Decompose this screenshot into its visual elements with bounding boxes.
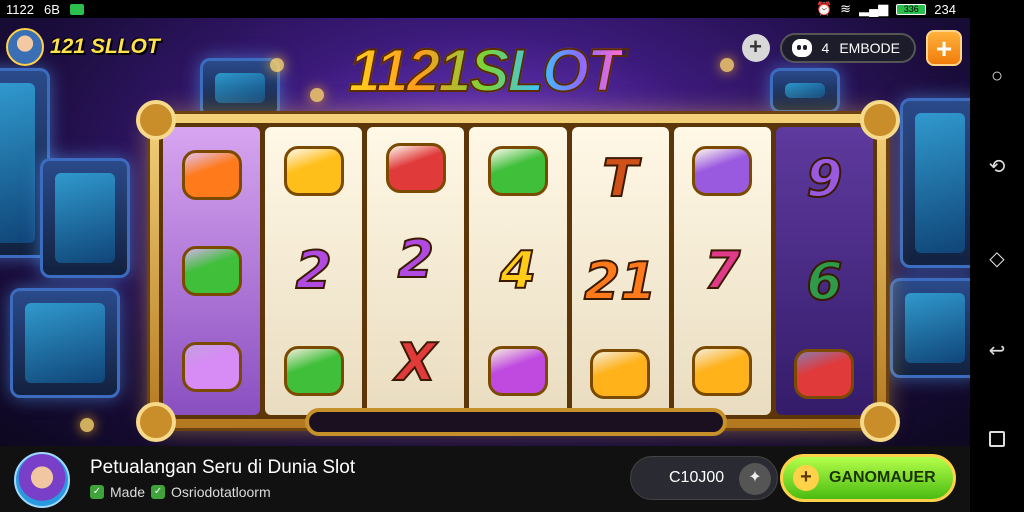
reel-symbol: X xyxy=(395,332,437,394)
sparkle-icon[interactable]: ✦ xyxy=(739,463,771,495)
shield-icon: ✓ xyxy=(151,485,166,499)
cta-label: GANOMAUER xyxy=(829,469,936,486)
rotate-icon[interactable]: ⟲ xyxy=(986,156,1008,178)
wifi-icon: ≋ xyxy=(840,1,852,16)
notification-icon xyxy=(69,3,84,15)
reel-symbol: T xyxy=(601,148,638,210)
alarm-icon: ⏰ xyxy=(815,1,833,16)
reel-4: 4 xyxy=(469,127,567,415)
gem-symbol-icon xyxy=(590,349,651,400)
app-root: 1122 6B ⏰ ≋ ▂▄▆ 336 234 121 SLLOT + 4 EM… xyxy=(0,0,1024,512)
reel-5: T 21 xyxy=(571,127,669,415)
status-right-extra: 234 xyxy=(934,1,956,17)
sub-source: Osriodotatloorm xyxy=(171,484,271,500)
frame-ornament xyxy=(860,402,900,442)
status-time: 1122 xyxy=(6,1,34,17)
battery-icon: 336 xyxy=(896,3,927,15)
reel-symbol: 9 xyxy=(805,148,843,210)
gem-symbol-icon xyxy=(181,246,242,296)
gem-symbol-icon xyxy=(181,150,242,200)
diamond-icon[interactable]: ◇ xyxy=(986,248,1008,270)
reel-1 xyxy=(163,127,261,415)
reel-3: 2X xyxy=(367,127,465,415)
frame-ornament xyxy=(136,100,176,140)
gem-symbol-icon xyxy=(283,345,344,396)
app-subtitle: ✓ Made ✓ Osriodotatloorm xyxy=(90,484,271,500)
reel-symbol: 6 xyxy=(805,251,843,313)
reel-2: 2 xyxy=(265,127,363,415)
reels-frame: 2 2 X 4 T 21 7 9 6 xyxy=(136,100,900,442)
coin-glow xyxy=(80,418,94,432)
gem-symbol-icon xyxy=(794,349,855,400)
balance-pill[interactable]: C10J00 ✦ xyxy=(630,456,778,500)
gem-symbol-icon xyxy=(692,345,753,396)
frame-ornament xyxy=(136,402,176,442)
background-slot-machine xyxy=(900,98,970,268)
signal-icon: ▂▄▆ xyxy=(859,1,889,16)
gem-symbol-icon xyxy=(487,146,548,197)
frame-ornament xyxy=(860,100,900,140)
background-slot-machine xyxy=(10,288,120,398)
sub-prefix: Made xyxy=(110,484,146,500)
reels[interactable]: 2 2 X 4 T 21 7 9 6 xyxy=(159,123,877,419)
status-bar: 1122 6B ⏰ ≋ ▂▄▆ 336 234 xyxy=(0,0,970,18)
reel-symbol: 4 xyxy=(499,240,537,302)
gem-symbol-icon xyxy=(283,146,344,197)
plus-icon: + xyxy=(793,465,819,491)
game-canvas: 121 SLLOT + 4 EMBODE + 1121SLOT 2 2 X 4 T 21 7… xyxy=(0,18,970,446)
square-icon[interactable] xyxy=(989,431,1005,448)
app-info-bar: Petualangan Seru di Dunia Slot ✓ Made ✓ … xyxy=(0,446,970,512)
background-slot-machine xyxy=(890,278,970,378)
back-icon[interactable]: ↩ xyxy=(986,340,1008,362)
reel-symbol: 7 xyxy=(703,240,741,302)
download-button[interactable]: + GANOMAUER xyxy=(780,454,956,502)
system-nav-bar: ○ ⟲ ◇ ↩ xyxy=(970,0,1024,512)
reel-symbol: 2 xyxy=(397,229,435,291)
reel-6: 7 xyxy=(673,127,771,415)
gem-symbol-icon xyxy=(487,345,548,396)
reel-7: 96 xyxy=(775,127,873,415)
spin-progress-bar xyxy=(305,408,727,436)
verified-icon: ✓ xyxy=(90,485,104,499)
game-title: 1121SLOT xyxy=(0,36,970,105)
balance-value: C10J00 xyxy=(669,469,725,486)
app-title: Petualangan Seru di Dunia Slot xyxy=(90,457,356,478)
background-slot-machine xyxy=(40,158,130,278)
gem-symbol-icon xyxy=(692,146,753,197)
game-title-text: 1121SLOT xyxy=(347,36,624,105)
reel-symbol: 2 xyxy=(295,240,333,302)
reel-symbol: 21 xyxy=(583,251,657,313)
status-extra: 6B xyxy=(43,1,60,17)
gem-symbol-icon xyxy=(181,342,242,392)
circle-icon[interactable]: ○ xyxy=(986,65,1008,87)
gem-symbol-icon xyxy=(385,142,446,193)
app-icon[interactable] xyxy=(14,452,70,508)
